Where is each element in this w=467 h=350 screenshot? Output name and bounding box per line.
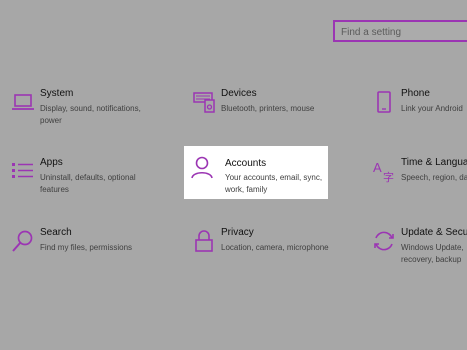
- settings-tile-accounts[interactable]: Accounts Your accounts, email, sync, wor…: [184, 146, 328, 199]
- tile-title: Devices: [221, 88, 257, 99]
- settings-tile-search[interactable]: Search Find my files, permissions: [3, 221, 173, 275]
- tile-description: Uninstall, defaults, optional features: [40, 173, 136, 194]
- svg-text:A: A: [373, 160, 382, 175]
- settings-tile-phone[interactable]: Phone Link your Android: [364, 82, 467, 136]
- tile-title: Accounts: [225, 158, 267, 169]
- tile-description: Location, camera, microphone: [221, 243, 329, 252]
- settings-tile-apps[interactable]: Apps Uninstall, defaults, optional featu…: [3, 151, 173, 205]
- tile-title: System: [40, 88, 74, 99]
- settings-tile-system[interactable]: System Display, sound, notifications, po…: [3, 82, 173, 136]
- laptop-icon: [12, 94, 34, 110]
- tile-description: Link your Android: [401, 104, 463, 113]
- apps-list-icon: [12, 163, 33, 178]
- settings-tile-time-language[interactable]: A 字 Time & Language Speech, region, date: [364, 151, 467, 205]
- search-icon: [12, 230, 33, 252]
- tile-title: Update & Security: [401, 227, 467, 238]
- keyboard-printer-icon: [193, 92, 215, 113]
- tile-description: Bluetooth, printers, mouse: [221, 104, 315, 113]
- tile-title: Search: [40, 227, 72, 238]
- tile-description: Windows Update, recovery, backup: [401, 243, 464, 264]
- find-setting-search-box[interactable]: [333, 20, 467, 42]
- time-language-icon: A 字: [373, 160, 394, 183]
- tile-description: Your accounts, email, sync, work, family: [225, 173, 323, 194]
- search-input[interactable]: [335, 23, 467, 42]
- settings-tile-privacy[interactable]: Privacy Location, camera, microphone: [184, 221, 334, 275]
- tile-title: Apps: [40, 157, 63, 168]
- phone-icon: [377, 91, 391, 113]
- sync-icon: [374, 231, 394, 251]
- tile-title: Phone: [401, 88, 430, 99]
- tile-description: Find my files, permissions: [40, 243, 133, 252]
- lock-icon: [195, 230, 213, 252]
- settings-tile-update-security[interactable]: Update & Security Windows Update, recove…: [364, 221, 467, 277]
- person-icon: [191, 156, 213, 179]
- svg-text:字: 字: [383, 170, 394, 183]
- settings-tile-devices[interactable]: Devices Bluetooth, printers, mouse: [184, 82, 334, 136]
- tile-title: Time & Language: [401, 157, 467, 168]
- tile-description: Display, sound, notifications, power: [40, 104, 141, 125]
- tile-description: Speech, region, date: [401, 173, 467, 182]
- tile-title: Privacy: [221, 227, 254, 238]
